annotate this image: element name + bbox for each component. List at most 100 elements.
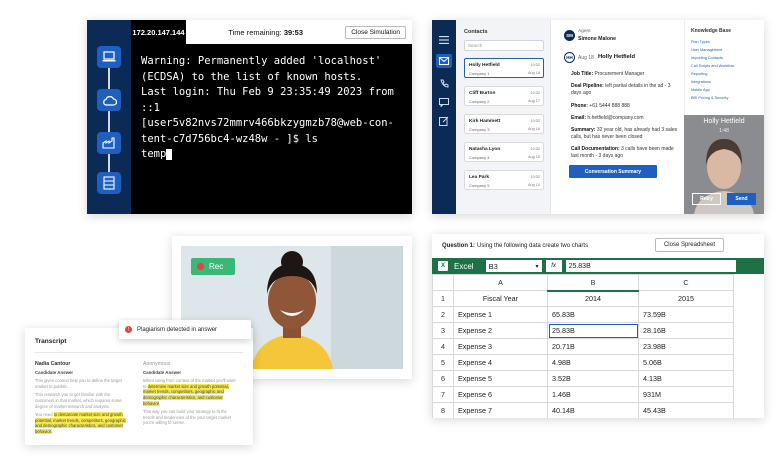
cell[interactable]: 931M — [638, 386, 734, 403]
cell[interactable]: 2014 — [547, 290, 639, 307]
server-icon[interactable] — [97, 172, 121, 194]
terminal-simulation-card: 172.20.147.144 Time remaining: 39:53 Clo… — [87, 20, 412, 214]
retry-button[interactable]: Retry — [692, 193, 721, 205]
kb-link[interactable]: Plan Types — [691, 40, 710, 44]
kb-link[interactable]: Call Scripts and Workflow — [691, 64, 734, 68]
cell[interactable]: 3.52B — [547, 370, 639, 387]
kb-link[interactable]: Importing Contacts — [691, 56, 723, 60]
function-icon[interactable]: fx — [545, 260, 562, 272]
column-header-c[interactable]: C — [638, 274, 734, 291]
name-box[interactable]: B3 ▾ — [485, 260, 542, 272]
send-button[interactable]: Send — [727, 193, 756, 205]
cell[interactable]: 65.83B — [547, 306, 639, 323]
cell[interactable]: 5.06B — [638, 354, 734, 371]
chat-icon[interactable] — [438, 96, 450, 108]
answer-label: Candidate Answer — [35, 369, 74, 375]
row-header[interactable]: 7 — [432, 386, 454, 403]
answer-text: You need — [35, 412, 54, 418]
kb-link[interactable]: BRI Pricing & Security — [691, 96, 728, 100]
answer-paragraph: This given context help you to define th… — [35, 378, 122, 389]
phone-icon[interactable] — [438, 77, 450, 89]
contact-name: Natasha Lyon — [469, 147, 501, 152]
contact-time: 10:32 — [530, 91, 540, 95]
cell[interactable]: Expense 6 — [453, 386, 548, 403]
row-header[interactable]: 5 — [432, 354, 454, 371]
cell[interactable]: Expense 4 — [453, 354, 548, 371]
agent-role: Agent — [578, 29, 591, 34]
kb-link[interactable]: Reporting — [691, 72, 707, 76]
cell[interactable]: Expense 2 — [453, 322, 548, 339]
contact-time: 10:32 — [530, 63, 540, 67]
contact-name: Kirk Hammett — [469, 119, 501, 124]
field-job-title: Job Title: Procurement Manager — [571, 71, 679, 78]
cell[interactable]: 45.43B — [638, 402, 734, 418]
laptop-icon[interactable] — [97, 46, 121, 68]
kb-link[interactable]: User Management — [691, 48, 722, 52]
cell[interactable]: 40.14B — [547, 402, 639, 418]
contact-item[interactable]: Cliff Burton Company 2 10:32 Aug 17 — [464, 86, 544, 106]
cell[interactable]: 23.98B — [638, 338, 734, 355]
candidate-name: Anonymous — [143, 361, 171, 367]
column-header-b[interactable]: B — [547, 274, 639, 292]
excel-label: Excel — [454, 261, 474, 271]
row-header[interactable]: 3 — [432, 322, 454, 339]
row-header[interactable]: 8 — [432, 402, 454, 418]
candidate-name: Nadia Cantour — [35, 361, 71, 367]
excel-toolbar: X Excel B3 ▾ fx 25.83B — [432, 258, 764, 274]
row-header[interactable]: 1 — [432, 290, 454, 307]
cell[interactable]: Expense 1 — [453, 306, 548, 323]
cell[interactable]: 4.13B — [638, 370, 734, 387]
cell[interactable]: Fiscal Year — [453, 290, 548, 307]
contacts-search-input[interactable]: Search — [464, 40, 544, 51]
field-call-documentation: Call Documentation: 3 calls have been ma… — [571, 146, 679, 160]
transcript-title: Transcript — [35, 338, 67, 345]
close-spreadsheet-button[interactable]: Close Spreadsheet — [654, 238, 724, 252]
contact-item[interactable]: Kirk Hammett Company 3 10:32 Aug 16 — [464, 114, 544, 134]
cell[interactable]: Expense 7 — [453, 402, 548, 418]
contact-item[interactable]: Holly Hetfield Company 1 10:32 Aug 18 — [464, 58, 544, 78]
selected-cell[interactable]: 25.83B — [547, 322, 639, 339]
cell[interactable]: 1.46B — [547, 386, 639, 403]
factory-icon[interactable] — [97, 132, 121, 154]
divider — [35, 352, 243, 353]
answer-label: Candidate Answer — [143, 369, 182, 375]
cell[interactable]: 20.71B — [547, 338, 639, 355]
kb-link[interactable]: Mobile App — [691, 88, 710, 92]
select-all-corner[interactable] — [432, 274, 454, 291]
contact-item[interactable]: Lea Park Company 5 10:32 Aug 14 — [464, 170, 544, 190]
mail-icon[interactable] — [436, 54, 452, 68]
contact-item[interactable]: Natasha Lyon Company 4 10:32 Aug 15 — [464, 142, 544, 162]
kb-link[interactable]: Integrations — [691, 80, 711, 84]
row-header[interactable]: 4 — [432, 338, 454, 355]
formula-bar-input[interactable]: 25.83B — [565, 260, 736, 272]
cell[interactable]: 4.98B — [547, 354, 639, 371]
call-duration: 1:48 — [719, 128, 729, 134]
cell[interactable]: 73.59B — [638, 306, 734, 323]
cell[interactable]: Expense 3 — [453, 338, 548, 355]
answer-paragraph: This way you can build your strategy to … — [143, 409, 231, 426]
menu-icon[interactable] — [438, 34, 450, 46]
table-row: 4 Expense 3 20.71B 23.98B — [432, 338, 734, 355]
agent-crm-card: Contacts Search Holly Hetfield Company 1… — [432, 20, 764, 214]
close-simulation-button[interactable]: Close Simulation — [345, 25, 406, 39]
table-row: 7 Expense 6 1.46B 931M — [432, 386, 734, 403]
column-header-a[interactable]: A — [453, 274, 548, 291]
terminal-screen[interactable]: Warning: Permanently added 'localhost' (… — [141, 54, 409, 163]
plagiarism-alert-text: Plagiarism detected in answer — [137, 326, 218, 333]
excel-icon: X — [438, 261, 448, 271]
row-header[interactable]: 2 — [432, 306, 454, 323]
highlighted-text: determine market size and growth potenti… — [143, 383, 229, 406]
conversation-summary-button[interactable]: Conversation Summary — [569, 165, 657, 178]
answer-text: . — [158, 400, 161, 406]
sidebar-connector-line — [108, 52, 110, 192]
edit-icon[interactable] — [438, 115, 450, 127]
cell[interactable]: 2015 — [638, 290, 734, 307]
row-header[interactable]: 6 — [432, 370, 454, 387]
field-value: Procurement Manager — [594, 71, 645, 77]
contacts-title: Contacts — [464, 29, 488, 35]
cell[interactable]: Expense 5 — [453, 370, 548, 387]
cell[interactable]: 28.16B — [638, 322, 734, 339]
cloud-icon[interactable] — [97, 89, 121, 111]
field-phone: Phone: +61 5444 888 888 — [571, 103, 679, 110]
knowledge-base-title: Knowledge Base — [691, 28, 732, 34]
